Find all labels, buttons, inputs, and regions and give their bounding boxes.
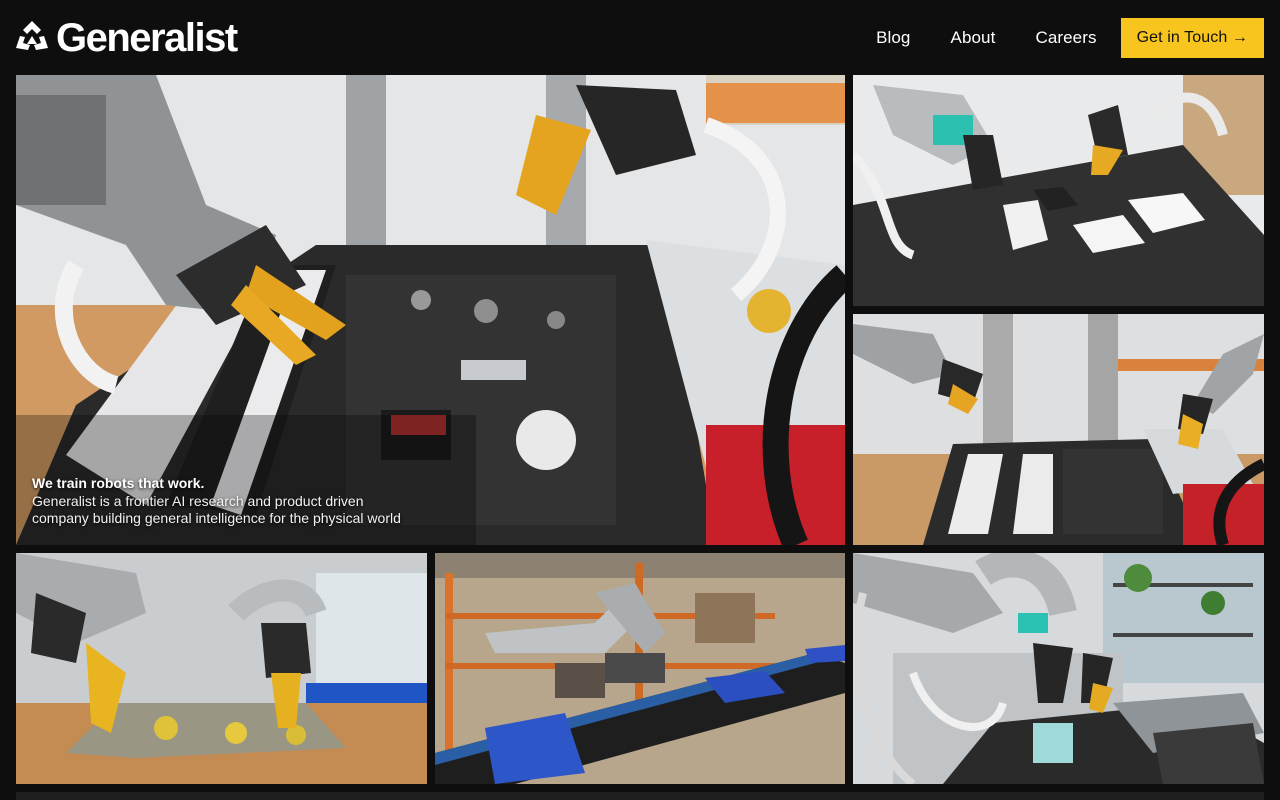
robot-scene-image [853,314,1264,545]
video-tile-folding [16,553,427,784]
logo-icon [16,21,48,50]
robot-scene-image [853,553,1264,784]
nav-link-about[interactable]: About [951,18,996,58]
video-tile-bin-picking [853,553,1264,784]
video-tile-conveyor [435,553,845,784]
hero-video-tile: We train robots that work. Generalist is… [16,75,845,545]
next-row-strip [16,792,1264,800]
video-tile-packing [853,75,1264,306]
brand-name: Generalist [56,16,238,60]
brand-logo[interactable]: Generalist [14,16,238,60]
get-in-touch-button[interactable]: Get in Touch → [1120,18,1264,58]
hero-caption: We train robots that work. Generalist is… [32,474,452,527]
main-nav: Blog About Careers Get in Touch → [876,18,1264,58]
robot-scene-image [16,553,427,784]
video-tile-sorting [853,314,1264,545]
hero-tagline: We train robots that work. [32,475,205,491]
robot-scene-image [435,553,845,784]
hero-description-line-1: Generalist is a frontier AI research and… [32,493,364,509]
nav-link-careers[interactable]: Careers [1035,18,1096,58]
site-header: Generalist Blog About Careers Get in Tou… [0,0,1280,75]
hero-description-line-2: company building general intelligence fo… [32,510,401,526]
robot-scene-image [853,75,1264,306]
nav-link-blog[interactable]: Blog [876,18,910,58]
